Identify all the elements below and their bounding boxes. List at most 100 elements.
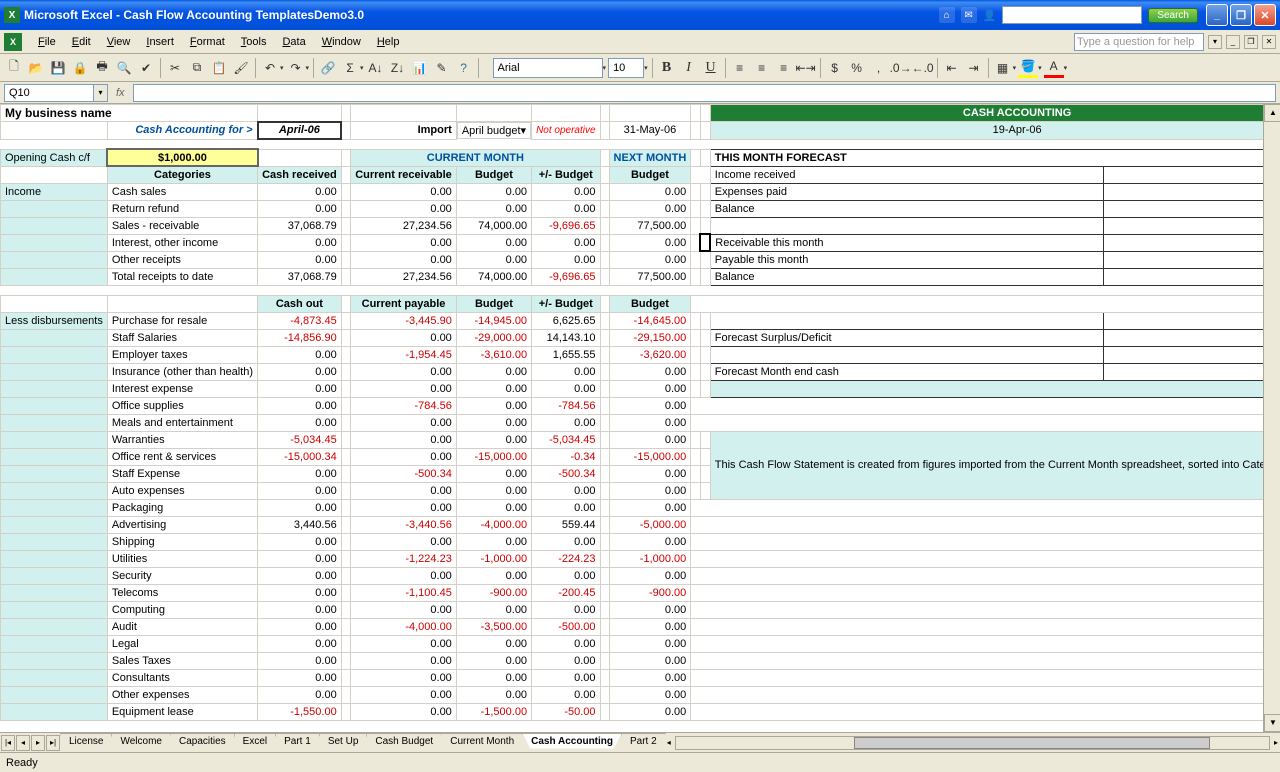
cell[interactable]: Packaging xyxy=(107,499,257,516)
open-icon[interactable]: 📂 xyxy=(26,58,46,78)
cell[interactable]: 0.00 xyxy=(609,567,691,584)
cell[interactable]: Staff Salaries xyxy=(107,329,257,346)
cell[interactable]: 74,000.00 xyxy=(456,268,531,285)
cell[interactable]: -29,000.00 xyxy=(456,329,531,346)
cell[interactable]: 0.00 xyxy=(456,380,531,397)
cell[interactable]: 0.00 xyxy=(351,200,457,217)
align-right-icon[interactable]: ≡ xyxy=(774,58,794,78)
cell[interactable]: Office rent & services xyxy=(107,448,257,465)
cell[interactable]: 0.00 xyxy=(258,533,342,550)
cell[interactable]: 0.00 xyxy=(456,200,531,217)
cell[interactable]: 0.00 xyxy=(609,200,691,217)
cell[interactable]: -5,034.45 xyxy=(532,431,600,448)
sheet-tab[interactable]: Cash Accounting xyxy=(522,733,622,749)
cell[interactable]: 0.00 xyxy=(351,533,457,550)
cell[interactable]: 0.00 xyxy=(258,550,342,567)
cell[interactable]: -4,000.00 xyxy=(456,516,531,533)
cell[interactable]: Interest, other income xyxy=(107,234,257,251)
cell[interactable]: 0.00 xyxy=(456,363,531,380)
cell[interactable]: 0.00 xyxy=(258,200,342,217)
cell[interactable]: 0.00 xyxy=(351,380,457,397)
doc-minimize-button[interactable]: _ xyxy=(1226,35,1240,49)
cell[interactable]: 0.00 xyxy=(258,251,342,268)
increase-decimal-icon[interactable]: .0→ xyxy=(891,58,911,78)
cell[interactable]: 1,655.55 xyxy=(532,346,600,363)
cell[interactable]: -900.00 xyxy=(609,584,691,601)
cell[interactable]: -3,610.00 xyxy=(456,346,531,363)
sheet-tab[interactable]: Capacities xyxy=(170,733,235,749)
cell[interactable]: 0.00 xyxy=(351,448,457,465)
hscroll-left[interactable]: ◂ xyxy=(665,738,673,747)
cell[interactable]: 0.00 xyxy=(456,482,531,499)
name-box[interactable]: Q10 xyxy=(4,84,94,102)
doc-close-button[interactable]: ✕ xyxy=(1262,35,1276,49)
cell[interactable]: 77,500.00 xyxy=(609,268,691,285)
underline-button[interactable]: U xyxy=(701,58,721,78)
cell[interactable]: -1,550.00 xyxy=(258,703,342,720)
tab-nav-prev[interactable]: ◂ xyxy=(16,735,30,751)
cell[interactable]: Equipment lease xyxy=(107,703,257,720)
cell[interactable]: Legal xyxy=(107,635,257,652)
hscroll-right[interactable]: ▸ xyxy=(1272,738,1280,747)
menu-insert[interactable]: Insert xyxy=(138,34,182,50)
cell[interactable]: -15,000.34 xyxy=(258,448,342,465)
cell[interactable]: 0.00 xyxy=(609,533,691,550)
cell[interactable]: Utilities xyxy=(107,550,257,567)
cell[interactable]: 0.00 xyxy=(532,567,600,584)
cell[interactable]: 0.00 xyxy=(609,251,691,268)
sheet-tab[interactable]: Welcome xyxy=(111,733,171,749)
cell[interactable]: -784.56 xyxy=(351,397,457,414)
cell[interactable]: 14,143.10 xyxy=(532,329,600,346)
cell[interactable]: 0.00 xyxy=(456,635,531,652)
excel-doc-icon[interactable]: X xyxy=(4,33,22,51)
cell[interactable]: 0.00 xyxy=(456,499,531,516)
cell[interactable]: 0.00 xyxy=(351,703,457,720)
cell[interactable]: 0.00 xyxy=(532,669,600,686)
menu-edit[interactable]: Edit xyxy=(64,34,99,50)
cell[interactable]: 74,000.00 xyxy=(456,217,531,234)
cell[interactable]: Sales Taxes xyxy=(107,652,257,669)
cell[interactable]: -29,150.00 xyxy=(609,329,691,346)
cell[interactable]: 0.00 xyxy=(258,499,342,516)
cell[interactable]: 0.00 xyxy=(258,601,342,618)
search-button[interactable]: Search xyxy=(1148,8,1198,23)
cell[interactable]: Audit xyxy=(107,618,257,635)
cell[interactable]: 0.00 xyxy=(532,635,600,652)
cell[interactable]: -3,445.90 xyxy=(351,312,457,329)
cell[interactable]: -3,620.00 xyxy=(609,346,691,363)
cell[interactable]: 0.00 xyxy=(258,380,342,397)
help-input[interactable] xyxy=(1074,33,1204,51)
cell[interactable]: 0.00 xyxy=(456,251,531,268)
cell[interactable]: 0.00 xyxy=(351,414,457,431)
cell[interactable]: 0.00 xyxy=(609,482,691,499)
cell[interactable]: 0.00 xyxy=(456,397,531,414)
save-icon[interactable]: 💾 xyxy=(48,58,68,78)
print-icon[interactable]: 🖶 xyxy=(92,58,112,78)
merge-center-icon[interactable]: ⇤⇥ xyxy=(796,58,816,78)
cell[interactable]: -5,000.00 xyxy=(609,516,691,533)
menu-help[interactable]: Help xyxy=(369,34,408,50)
spelling-icon[interactable]: ✔ xyxy=(136,58,156,78)
new-icon[interactable]: 🗋 xyxy=(4,58,24,78)
cell[interactable]: 0.00 xyxy=(609,414,691,431)
cell[interactable]: 0.00 xyxy=(609,703,691,720)
cell[interactable]: Interest expense xyxy=(107,380,257,397)
cell[interactable]: 0.00 xyxy=(456,533,531,550)
sheet-tab[interactable]: Current Month xyxy=(441,733,523,749)
cell[interactable]: -1,000.00 xyxy=(456,550,531,567)
maximize-button[interactable]: ❐ xyxy=(1230,4,1252,26)
cell[interactable]: 0.00 xyxy=(609,669,691,686)
cell[interactable]: 0.00 xyxy=(456,465,531,482)
cell[interactable]: 0.00 xyxy=(258,686,342,703)
cell[interactable]: 0.00 xyxy=(351,251,457,268)
cell[interactable]: 37,068.79 xyxy=(258,217,342,234)
cell[interactable]: -1,224.23 xyxy=(351,550,457,567)
cell[interactable]: 0.00 xyxy=(609,635,691,652)
vertical-scrollbar[interactable] xyxy=(1263,104,1280,732)
cell[interactable]: -1,954.45 xyxy=(351,346,457,363)
align-center-icon[interactable]: ≡ xyxy=(752,58,772,78)
cell[interactable]: Shipping xyxy=(107,533,257,550)
cell[interactable]: -0.34 xyxy=(532,448,600,465)
cell[interactable]: 0.00 xyxy=(609,397,691,414)
format-painter-icon[interactable]: 🖌 xyxy=(231,58,251,78)
